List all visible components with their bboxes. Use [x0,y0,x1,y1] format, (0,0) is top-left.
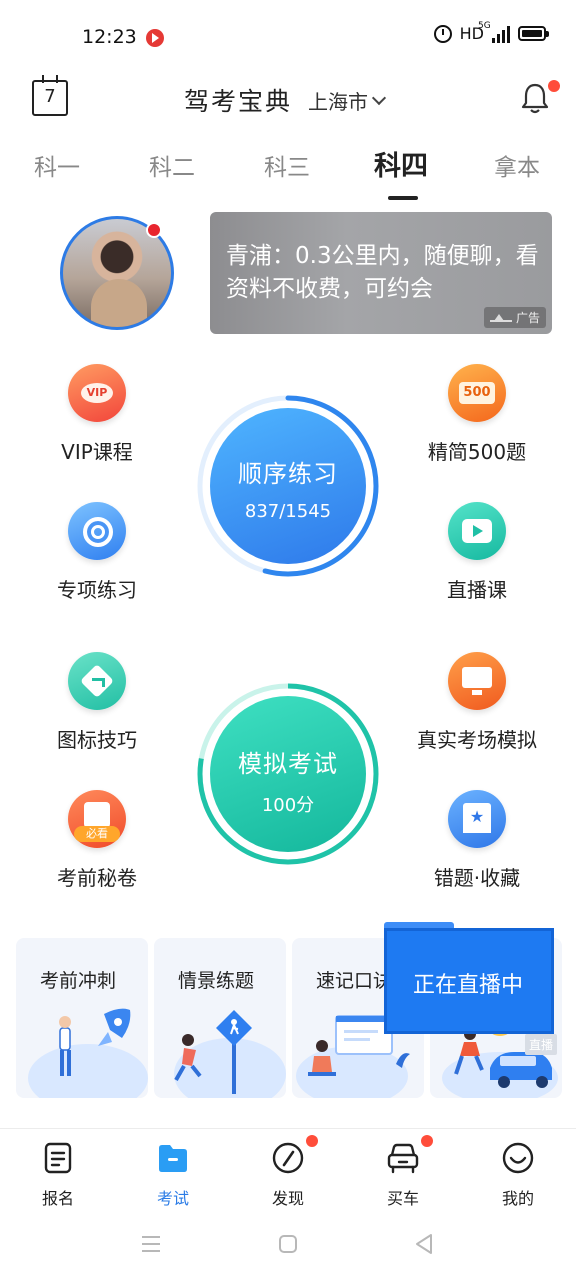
tab-license[interactable]: 拿本 [494,148,540,182]
ad-badge-label: 广告 [515,311,540,325]
five-hundred-icon [448,364,506,422]
vip-course-button[interactable]: VIP课程 [22,364,172,465]
ad-banner[interactable]: 青浦：0.3公里内，随便聊，看资料不收费，可约会 广告 [210,212,552,334]
nav-item-profile[interactable]: 我的 [478,1141,558,1209]
card-scenario-practice[interactable]: 情景练题 [154,938,286,1098]
secret-paper-button[interactable]: 必看 考前秘卷 [22,790,172,891]
mock-exam-button[interactable]: 模拟考试 100分 [210,696,366,852]
city-selector[interactable]: 上海市 [308,86,387,115]
card-memory-rhymes-label: 速记口诀 [316,970,393,992]
smiley-icon [502,1142,534,1174]
sequence-practice-title: 顺序练习 [238,460,338,488]
nav-label-register: 报名 [41,1189,74,1208]
simplified-500-label: 精简500题 [427,440,527,464]
nav-item-buy-car[interactable]: 买车 [363,1141,443,1209]
rocket-illustration [28,1008,148,1098]
mistakes-favorites-label: 错题·收藏 [433,866,521,890]
video-camera-icon [448,502,506,560]
alarm-icon [433,24,452,43]
special-practice-button[interactable]: 专项练习 [22,502,172,603]
nav-label-buy-car: 买车 [386,1189,419,1208]
status-bar: 12:23 HD 5G [0,0,576,72]
bell-icon[interactable] [520,82,550,114]
road-sign-icon [68,652,126,710]
signal-icon: 5G [478,21,510,43]
must-see-tag: 必看 [74,826,120,842]
bottom-navigation: 报名 考试 发现 买车 我的 [0,1128,576,1210]
card-scenario-practice-label: 情景练题 [178,970,255,992]
live-class-label: 直播课 [447,578,507,602]
real-exam-sim-button[interactable]: 真实考场模拟 [402,652,552,753]
live-now-text: 正在直播中 [413,973,524,998]
nav-item-register[interactable]: 报名 [18,1141,98,1209]
card-final-sprint-label: 考前冲刺 [40,970,117,992]
simplified-500-button[interactable]: 精简500题 [402,364,552,465]
recents-menu-icon[interactable] [140,1234,162,1254]
system-navigation-bar [0,1214,576,1280]
monitor-icon [448,652,506,710]
status-indicators: HD 5G [433,21,549,43]
registration-form-icon [44,1142,72,1174]
bookmark-star-icon [448,790,506,848]
video-app-icon [146,29,164,47]
tab-subject-1[interactable]: 科一 [34,148,80,182]
folder-icon [159,1145,187,1172]
nav-label-profile: 我的 [501,1189,534,1208]
subject-tabs: 科一 科二 科三 科四 拿本 [0,148,576,200]
mistakes-favorites-button[interactable]: 错题·收藏 [402,790,552,891]
real-exam-sim-label: 真实考场模拟 [417,728,537,752]
clipboard-check-icon: 必看 [68,790,126,848]
buy-car-notification-dot [421,1135,433,1147]
live-class-button[interactable]: 直播课 [402,502,552,603]
crosswalk-illustration [174,1010,286,1098]
avatar-figure [91,279,147,327]
special-practice-label: 专项练习 [57,578,137,602]
calendar-icon[interactable]: 7 [32,75,68,116]
mock-exam-score: 100分 [261,795,315,816]
mock-exam-title: 模拟考试 [238,750,338,778]
sign-tips-label: 图标技巧 [57,728,137,752]
secret-paper-label: 考前秘卷 [57,866,137,890]
ad-text: 青浦：0.3公里内，随便聊，看资料不收费，可约会 [226,243,539,302]
nav-item-discover[interactable]: 发现 [248,1141,328,1209]
app-header: 7 驾考宝典 上海市 [0,72,576,128]
back-icon[interactable] [414,1233,434,1255]
ad-badge: 广告 [483,307,546,328]
nav-item-exam[interactable]: 考试 [133,1141,213,1209]
car-icon [387,1143,419,1174]
target-icon [68,502,126,560]
avatar-notification-dot [146,222,162,238]
sequence-practice-button[interactable]: 顺序练习 837/1545 [210,408,366,564]
compass-icon [272,1142,304,1174]
nav-label-discover: 发现 [271,1189,304,1208]
discover-notification-dot [306,1135,318,1147]
tab-subject-4[interactable]: 科四 [374,144,428,183]
chevron-down-icon [371,90,387,106]
home-icon[interactable] [278,1234,298,1254]
active-tab-indicator [388,196,418,200]
sequence-practice-progress: 837/1545 [244,501,332,522]
sign-tips-button[interactable]: 图标技巧 [22,652,172,753]
city-label: 上海市 [308,90,368,114]
status-time: 12:23 [82,26,137,48]
ad-logo-icon [489,313,512,322]
live-now-banner[interactable]: 正在直播中 [384,928,554,1034]
notification-dot [548,80,560,92]
tab-subject-3[interactable]: 科三 [264,148,310,182]
tab-subject-2[interactable]: 科二 [149,148,195,182]
battery-icon [518,26,549,41]
vip-course-label: VIP课程 [61,440,133,464]
network-type: 5G [478,20,491,31]
card-final-sprint[interactable]: 考前冲刺 [16,938,148,1098]
live-tag: 直播 [525,1034,558,1055]
nav-label-exam: 考试 [156,1189,189,1208]
vip-medal-icon [68,364,126,422]
app-title: 驾考宝典 [184,87,293,116]
